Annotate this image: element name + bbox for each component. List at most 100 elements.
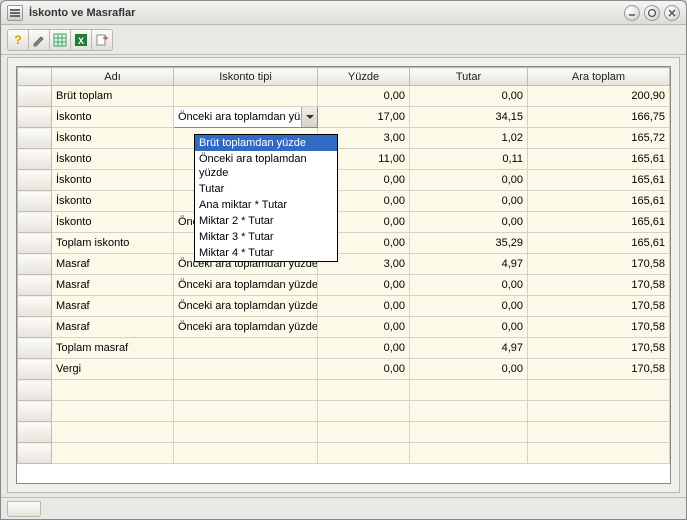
row-stub[interactable] (18, 338, 52, 359)
cell-empty[interactable] (318, 380, 410, 401)
grid-button[interactable] (49, 29, 71, 51)
cell-empty[interactable] (528, 443, 670, 464)
cell-empty[interactable] (52, 401, 174, 422)
cell-type[interactable]: Önceki ara toplamdan yüzde (174, 275, 318, 296)
cell-empty[interactable] (174, 401, 318, 422)
cell-empty[interactable] (52, 443, 174, 464)
dropdown-option[interactable]: Ana miktar * Tutar (195, 197, 337, 213)
cell-name[interactable]: İskonto (52, 191, 174, 212)
table-row[interactable]: Vergi0,000,00170,58 (18, 359, 670, 380)
cell-amount[interactable]: 34,15 (410, 107, 528, 128)
close-button[interactable] (664, 5, 680, 21)
table-row-empty[interactable] (18, 443, 670, 464)
cell-name[interactable]: İskonto (52, 107, 174, 128)
cell-type[interactable]: Önceki ara toplamdan yüzde (174, 107, 318, 128)
row-stub[interactable] (18, 254, 52, 275)
minimize-button[interactable] (624, 5, 640, 21)
cell-type[interactable]: Önceki ara toplamdan yüzde (174, 317, 318, 338)
cell-empty[interactable] (410, 422, 528, 443)
cell-amount[interactable]: 35,29 (410, 233, 528, 254)
table-row[interactable]: MasrafÖnceki ara toplamdan yüzde0,000,00… (18, 296, 670, 317)
cell-empty[interactable] (174, 422, 318, 443)
cell-name[interactable]: Brüt toplam (52, 86, 174, 107)
cell-empty[interactable] (18, 380, 52, 401)
cell-name[interactable]: Masraf (52, 317, 174, 338)
cell-name[interactable]: İskonto (52, 149, 174, 170)
col-type[interactable]: Iskonto tipi (174, 68, 318, 86)
cell-subtotal[interactable]: 170,58 (528, 338, 670, 359)
table-row[interactable]: Toplam iskonto0,0035,29165,61 (18, 233, 670, 254)
cell-empty[interactable] (528, 401, 670, 422)
cell-amount[interactable]: 1,02 (410, 128, 528, 149)
table-row[interactable]: İskontoÖnceki ara toplamdan yüzde17,0034… (18, 107, 670, 128)
table-row[interactable]: Toplam masraf0,004,97170,58 (18, 338, 670, 359)
table-row[interactable]: İskontoÖnceki ara toplamdan yüzde0,000,0… (18, 212, 670, 233)
cell-empty[interactable] (174, 380, 318, 401)
cell-empty[interactable] (528, 380, 670, 401)
cell-amount[interactable]: 0,00 (410, 296, 528, 317)
cell-subtotal[interactable]: 200,90 (528, 86, 670, 107)
cell-subtotal[interactable]: 165,61 (528, 170, 670, 191)
dropdown-option[interactable]: Miktar 3 * Tutar (195, 229, 337, 245)
cell-type[interactable] (174, 338, 318, 359)
titlebar[interactable]: İskonto ve Masraflar (1, 1, 686, 25)
dropdown-option[interactable]: Önceki ara toplamdan yüzde (195, 151, 337, 181)
cell-name[interactable]: İskonto (52, 128, 174, 149)
status-tab[interactable] (7, 501, 41, 517)
col-percent[interactable]: Yüzde (318, 68, 410, 86)
table-row[interactable]: Brüt toplam0,000,00200,90 (18, 86, 670, 107)
row-stub[interactable] (18, 86, 52, 107)
table-row-empty[interactable] (18, 380, 670, 401)
cell-name[interactable]: Vergi (52, 359, 174, 380)
cell-amount[interactable]: 4,97 (410, 338, 528, 359)
cell-name[interactable]: Toplam iskonto (52, 233, 174, 254)
cell-subtotal[interactable]: 165,61 (528, 149, 670, 170)
cell-percent[interactable]: 0,00 (318, 338, 410, 359)
cell-subtotal[interactable]: 170,58 (528, 254, 670, 275)
cell-name[interactable]: Masraf (52, 254, 174, 275)
row-stub[interactable] (18, 170, 52, 191)
cell-name[interactable]: Masraf (52, 296, 174, 317)
cell-empty[interactable] (410, 401, 528, 422)
cell-amount[interactable]: 0,00 (410, 359, 528, 380)
row-stub[interactable] (18, 149, 52, 170)
cell-type[interactable] (174, 86, 318, 107)
row-stub[interactable] (18, 128, 52, 149)
cell-empty[interactable] (18, 422, 52, 443)
col-subtotal[interactable]: Ara toplam (528, 68, 670, 86)
cell-percent[interactable]: 0,00 (318, 359, 410, 380)
edit-button[interactable] (28, 29, 50, 51)
cell-amount[interactable]: 0,00 (410, 86, 528, 107)
help-button[interactable]: ? (7, 29, 29, 51)
table-row[interactable]: MasrafÖnceki ara toplamdan yüzde0,000,00… (18, 317, 670, 338)
cell-subtotal[interactable]: 165,61 (528, 191, 670, 212)
cell-empty[interactable] (52, 422, 174, 443)
stub-header[interactable] (18, 68, 52, 86)
cell-subtotal[interactable]: 165,61 (528, 233, 670, 254)
cell-subtotal[interactable]: 170,58 (528, 296, 670, 317)
cell-name[interactable]: İskonto (52, 170, 174, 191)
table-row[interactable]: MasrafÖnceki ara toplamdan yüzde0,000,00… (18, 275, 670, 296)
cell-subtotal[interactable]: 165,61 (528, 212, 670, 233)
export-button[interactable] (91, 29, 113, 51)
table-row[interactable]: İskonto3,001,02165,72 (18, 128, 670, 149)
row-stub[interactable] (18, 296, 52, 317)
cell-amount[interactable]: 0,00 (410, 191, 528, 212)
dropdown-option[interactable]: Miktar 2 * Tutar (195, 213, 337, 229)
row-stub[interactable] (18, 275, 52, 296)
cell-empty[interactable] (318, 422, 410, 443)
cell-percent[interactable]: 0,00 (318, 296, 410, 317)
cell-amount[interactable]: 0,00 (410, 317, 528, 338)
cell-empty[interactable] (18, 401, 52, 422)
cell-empty[interactable] (528, 422, 670, 443)
cell-empty[interactable] (410, 380, 528, 401)
cell-subtotal[interactable]: 166,75 (528, 107, 670, 128)
table-row[interactable]: İskonto0,000,00165,61 (18, 191, 670, 212)
table-row[interactable]: İskonto11,000,11165,61 (18, 149, 670, 170)
table-row[interactable]: MasrafÖnceki ara toplamdan yüzde3,004,97… (18, 254, 670, 275)
cell-percent[interactable]: 17,00 (318, 107, 410, 128)
cell-percent[interactable]: 0,00 (318, 86, 410, 107)
cell-subtotal[interactable]: 170,58 (528, 317, 670, 338)
cell-type[interactable] (174, 359, 318, 380)
cell-empty[interactable] (410, 443, 528, 464)
